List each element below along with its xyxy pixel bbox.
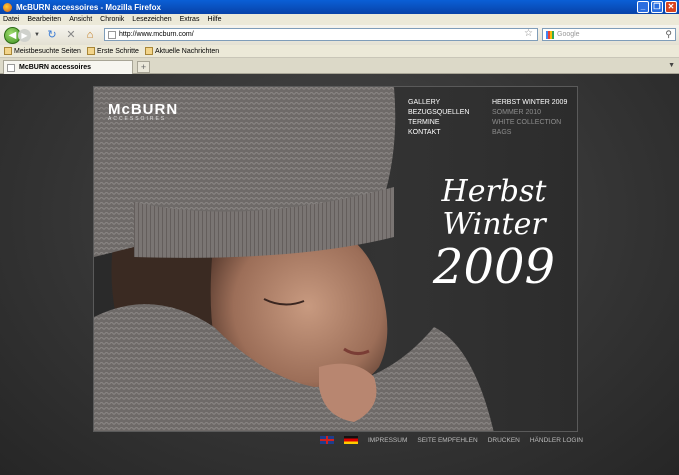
menu-lesezeichen[interactable]: Lesezeichen	[132, 16, 171, 23]
search-icon[interactable]: ⚲	[665, 29, 672, 40]
page-content: McBURN ACCESSOIRES GALLERY BEZUGSQUELLEN…	[0, 74, 679, 475]
menu-chronik[interactable]: Chronik	[100, 16, 124, 23]
german-flag-icon[interactable]	[344, 436, 358, 444]
tab-label: McBURN accessoires	[19, 64, 91, 71]
primary-nav: GALLERY BEZUGSQUELLEN TERMINE KONTAKT	[408, 98, 469, 138]
nav-bags[interactable]: BAGS	[492, 128, 567, 138]
nav-herbst-winter-2009[interactable]: HERBST WINTER 2009	[492, 98, 567, 108]
reload-icon[interactable]: ↻	[45, 28, 59, 42]
bookmark-item[interactable]: Aktuelle Nachrichten	[144, 47, 219, 55]
minimize-button[interactable]: _	[637, 1, 649, 13]
nav-sommer-2010[interactable]: SOMMER 2010	[492, 108, 567, 118]
tab-bar: McBURN accessoires + ▼	[0, 58, 679, 74]
url-bar[interactable]: http://www.mcburn.com/ ☆	[104, 28, 538, 41]
nav-bezugsquellen[interactable]: BEZUGSQUELLEN	[408, 108, 469, 118]
bookmark-item[interactable]: Meistbesuchte Seiten	[4, 47, 81, 55]
footer-drucken[interactable]: DRUCKEN	[488, 437, 520, 444]
tab-mcburn[interactable]: McBURN accessoires	[3, 60, 133, 74]
home-icon[interactable]: ⌂	[83, 28, 97, 42]
tab-favicon	[7, 63, 15, 72]
new-tab-button[interactable]: +	[137, 61, 150, 73]
headline-line1: Herbst	[441, 174, 547, 209]
headline-year: 2009	[432, 239, 556, 295]
maximize-button[interactable]: ❐	[651, 1, 663, 13]
footer-impressum[interactable]: IMPRESSUM	[368, 437, 407, 444]
collections-nav: HERBST WINTER 2009 SOMMER 2010 WHITE COL…	[492, 98, 567, 138]
footer-seite-empfehlen[interactable]: SEITE EMPFEHLEN	[417, 437, 477, 444]
nav-gallery[interactable]: GALLERY	[408, 98, 469, 108]
search-placeholder[interactable]: Google	[557, 31, 580, 38]
nav-kontakt[interactable]: KONTAKT	[408, 128, 469, 138]
menu-extras[interactable]: Extras	[180, 16, 200, 23]
uk-flag-icon[interactable]	[320, 436, 334, 444]
tab-list-icon[interactable]: ▼	[668, 62, 675, 69]
menu-ansicht[interactable]: Ansicht	[69, 16, 92, 23]
site-favicon	[108, 30, 116, 39]
bookmarks-toolbar: Meistbesuchte Seiten Erste Schritte Aktu…	[0, 45, 679, 58]
bookmark-item[interactable]: Erste Schritte	[86, 47, 139, 55]
window-titlebar: McBURN accessoires - Mozilla Firefox _ ❐…	[0, 0, 679, 14]
nav-white-collection[interactable]: WHITE COLLECTION	[492, 118, 567, 128]
bookmark-star-icon[interactable]: ☆	[524, 28, 533, 39]
bookmark-icon	[4, 47, 12, 55]
headline-line2: Winter	[442, 207, 546, 242]
google-icon[interactable]	[546, 30, 554, 39]
site-logo[interactable]: McBURN ACCESSOIRES	[108, 101, 178, 122]
menu-bar: Datei Bearbeiten Ansicht Chronik Lesezei…	[0, 14, 679, 25]
menu-hilfe[interactable]: Hilfe	[207, 16, 221, 23]
close-button[interactable]: ✕	[665, 1, 677, 13]
nav-termine[interactable]: TERMINE	[408, 118, 469, 128]
firefox-icon	[3, 2, 12, 12]
bookmark-icon	[86, 47, 95, 55]
search-box[interactable]: Google ⚲	[542, 28, 676, 41]
menu-bearbeiten[interactable]: Bearbeiten	[27, 16, 61, 23]
stop-icon[interactable]: ✕	[64, 28, 78, 42]
rss-icon	[144, 47, 153, 55]
collection-headline: Herbst Winter 2009	[424, 175, 564, 291]
forward-button[interactable]: ▶	[18, 28, 31, 42]
menu-datei[interactable]: Datei	[3, 16, 19, 23]
hero-panel: McBURN ACCESSOIRES GALLERY BEZUGSQUELLEN…	[93, 86, 578, 432]
url-text[interactable]: http://www.mcburn.com/	[119, 31, 194, 38]
site-footer: IMPRESSUM SEITE EMPFEHLEN DRUCKEN HÄNDLE…	[320, 436, 583, 444]
footer-haendler-login[interactable]: HÄNDLER LOGIN	[530, 437, 583, 444]
history-dropdown-icon[interactable]: ▼	[34, 32, 40, 38]
window-title: McBURN accessoires - Mozilla Firefox	[16, 2, 161, 12]
